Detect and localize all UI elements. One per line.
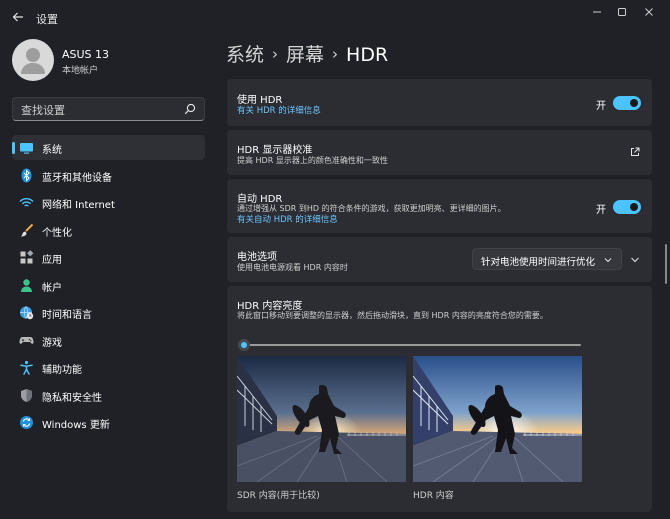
sidebar-item-label: 帐户 bbox=[42, 283, 62, 294]
hdr-caption: HDR 内容 bbox=[413, 491, 454, 501]
account-icon bbox=[21, 279, 32, 292]
sidebar-item-personalization[interactable]: 个性化 bbox=[12, 218, 205, 243]
sidebar-item-label: 蓝牙和其他设备 bbox=[42, 173, 112, 184]
calibration-title: HDR 显示器校准 bbox=[237, 145, 313, 156]
minimize-icon bbox=[593, 11, 601, 13]
brush-icon bbox=[21, 223, 34, 237]
close-button[interactable] bbox=[636, 4, 662, 20]
sidebar-item-time-language[interactable]: 时间和语言 bbox=[12, 300, 205, 325]
breadcrumb-separator: › bbox=[332, 45, 339, 63]
breadcrumb-system[interactable]: 系统 bbox=[226, 44, 264, 66]
title-bar: 设置 bbox=[0, 0, 670, 34]
active-indicator bbox=[12, 142, 15, 154]
gamepad-icon bbox=[19, 337, 34, 344]
dropdown-selected-value: 针对电池使用时间进行优化 bbox=[481, 257, 596, 268]
avatar[interactable] bbox=[12, 39, 54, 81]
wifi-icon bbox=[19, 198, 34, 207]
close-icon bbox=[645, 8, 653, 16]
toggle-state-label: 开 bbox=[596, 205, 606, 216]
use-hdr-card: 使用 HDR 有关 HDR 的详细信息 开 bbox=[227, 79, 652, 126]
sdr-caption: SDR 内容(用于比较) bbox=[237, 491, 320, 501]
battery-options-card: 电池选项 使用电池电源观看 HDR 内容时 针对电池使用时间进行优化 bbox=[227, 237, 652, 282]
sidebar-item-windows-update[interactable]: Windows 更新 bbox=[12, 410, 205, 435]
user-name: ASUS 13 bbox=[62, 48, 110, 61]
search-input[interactable] bbox=[21, 102, 181, 118]
system-icon bbox=[20, 143, 33, 154]
sidebar-item-network[interactable]: 网络和 Internet bbox=[12, 190, 205, 215]
sidebar-item-privacy[interactable]: 隐私和安全性 bbox=[12, 383, 205, 408]
sidebar-item-accounts[interactable]: 帐户 bbox=[12, 273, 205, 298]
sidebar-item-gaming[interactable]: 游戏 bbox=[12, 328, 205, 353]
breadcrumb-display[interactable]: 屏幕 bbox=[286, 44, 324, 66]
dropdown-chevron-icon bbox=[604, 258, 612, 263]
sidebar-item-label: Windows 更新 bbox=[42, 420, 110, 431]
sidebar-item-label: 隐私和安全性 bbox=[42, 393, 102, 404]
open-external-icon[interactable] bbox=[630, 147, 640, 157]
slider-thumb-dot bbox=[241, 342, 247, 348]
auto-hdr-card: 自动 HDR 通过增强从 SDR 到HD 的符合条件的游戏，获取更加明亮、更详细… bbox=[227, 179, 652, 233]
sidebar-item-apps[interactable]: 应用 bbox=[12, 245, 205, 270]
minimize-button[interactable] bbox=[584, 4, 610, 20]
hdr-brightness-card: HDR 内容亮度 将此窗口移动到要调整的显示器，然后拖动滑块，直到 HDR 内容… bbox=[227, 286, 652, 512]
battery-title: 电池选项 bbox=[237, 252, 277, 263]
apps-icon bbox=[20, 250, 34, 264]
auto-hdr-info-link[interactable]: 有关自动 HDR 的详细信息 bbox=[237, 213, 338, 225]
calibration-desc: 提高 HDR 显示器上的颜色准确性和一致性 bbox=[237, 156, 388, 165]
sidebar-item-label: 辅助功能 bbox=[42, 365, 82, 376]
search-box[interactable] bbox=[12, 97, 205, 121]
bluetooth-icon bbox=[21, 168, 32, 183]
sidebar-item-label: 网络和 Internet bbox=[42, 200, 115, 211]
hdr-calibration-card[interactable]: HDR 显示器校准 提高 HDR 显示器上的颜色准确性和一致性 bbox=[227, 130, 652, 175]
scrollbar-thumb[interactable] bbox=[665, 244, 667, 284]
breadcrumb: 系统 › 屏幕 › HDR bbox=[226, 40, 388, 67]
accessibility-icon bbox=[20, 360, 33, 375]
page-title: HDR bbox=[346, 44, 389, 66]
sidebar-item-system[interactable]: 系统 bbox=[12, 135, 205, 160]
toggle-knob bbox=[630, 99, 638, 107]
toggle-state-label: 开 bbox=[596, 101, 606, 112]
sidebar-item-accessibility[interactable]: 辅助功能 bbox=[12, 355, 205, 380]
maximize-button[interactable] bbox=[609, 4, 635, 20]
breadcrumb-separator: › bbox=[272, 45, 279, 63]
back-arrow-icon bbox=[12, 12, 23, 22]
shield-icon bbox=[21, 389, 32, 402]
use-hdr-toggle[interactable] bbox=[613, 96, 641, 110]
toggle-knob bbox=[630, 203, 638, 211]
globe-clock-icon bbox=[20, 306, 34, 320]
brightness-slider-thumb[interactable] bbox=[238, 339, 250, 351]
sidebar-item-label: 游戏 bbox=[42, 338, 62, 349]
maximize-icon bbox=[618, 8, 626, 16]
search-icon[interactable] bbox=[184, 103, 196, 115]
sidebar-item-label: 时间和语言 bbox=[42, 310, 92, 321]
hdr-info-link[interactable]: 有关 HDR 的详细信息 bbox=[237, 104, 321, 116]
battery-mode-dropdown[interactable]: 针对电池使用时间进行优化 bbox=[472, 248, 622, 270]
update-icon bbox=[20, 416, 33, 429]
app-title: 设置 bbox=[36, 13, 58, 26]
sdr-preview-image bbox=[237, 356, 406, 482]
brightness-slider-track[interactable] bbox=[247, 344, 581, 346]
auto-hdr-toggle[interactable] bbox=[613, 200, 641, 214]
sidebar-item-label: 个性化 bbox=[42, 228, 72, 239]
battery-desc: 使用电池电源观看 HDR 内容时 bbox=[237, 263, 348, 272]
brightness-desc: 将此窗口移动到要调整的显示器，然后拖动滑块，直到 HDR 内容的亮度符合您的需要… bbox=[237, 311, 548, 320]
user-silhouette-icon bbox=[21, 48, 45, 74]
account-type: 本地帐户 bbox=[62, 66, 99, 76]
chevron-down-icon[interactable] bbox=[630, 255, 640, 265]
hdr-preview-image bbox=[413, 356, 582, 482]
sidebar-item-bluetooth[interactable]: 蓝牙和其他设备 bbox=[12, 163, 205, 188]
back-button[interactable] bbox=[8, 7, 28, 27]
sidebar-item-label: 系统 bbox=[42, 145, 62, 156]
sidebar-item-label: 应用 bbox=[42, 255, 62, 266]
